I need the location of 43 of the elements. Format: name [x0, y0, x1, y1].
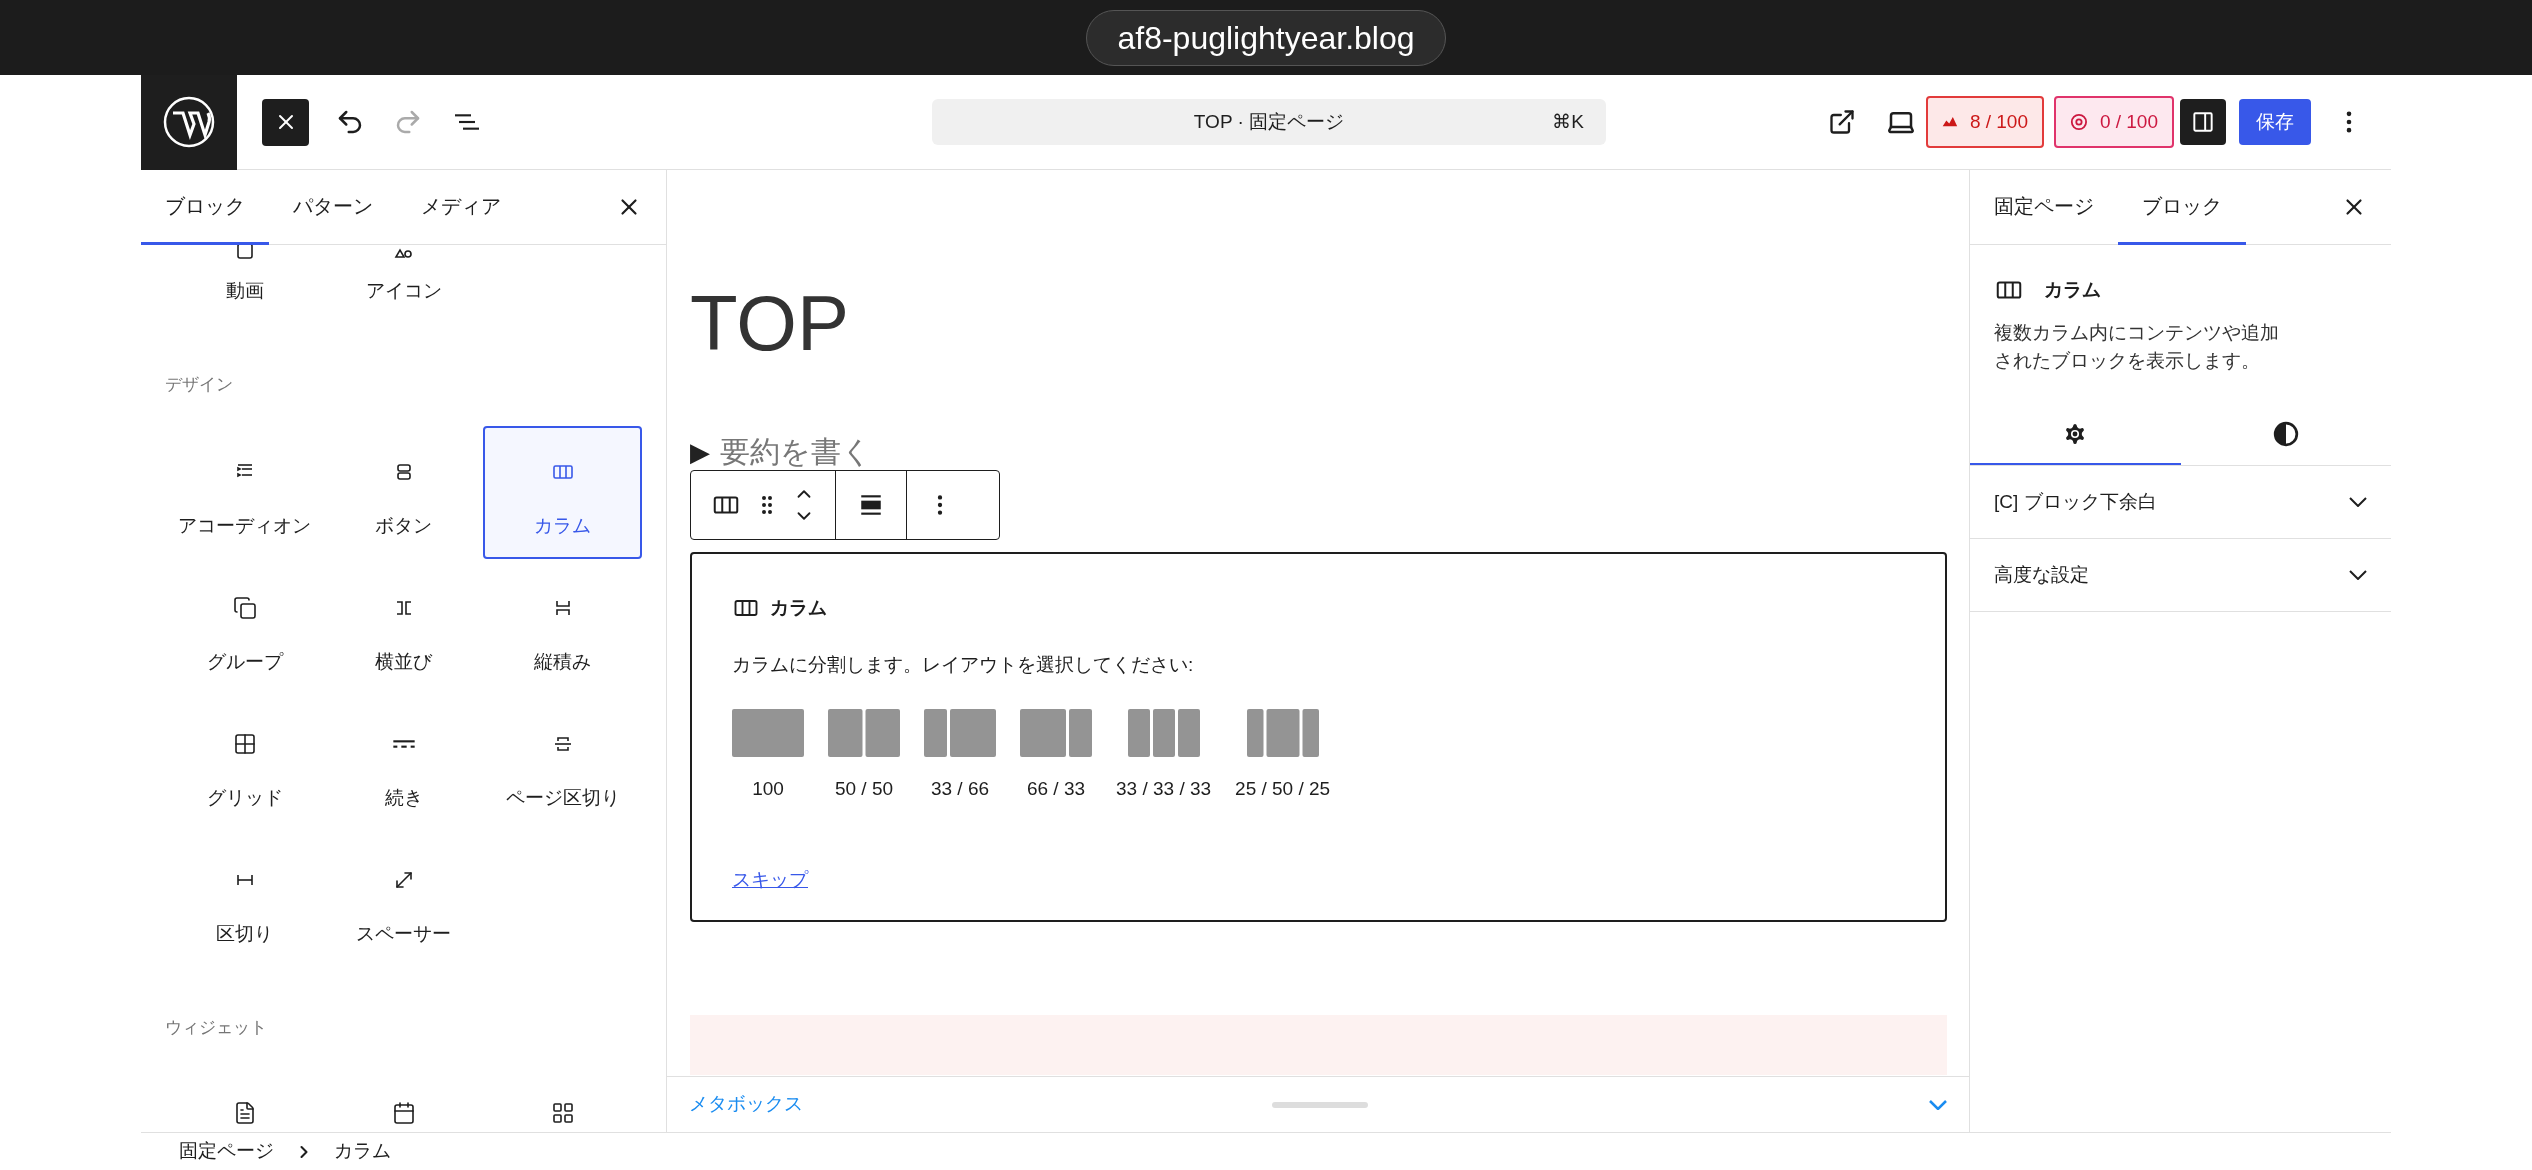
section-heading: デザイン	[165, 374, 234, 396]
layout-option[interactable]: 66 / 33	[1020, 709, 1092, 804]
block-item[interactable]: 横並び	[324, 562, 483, 695]
block-item[interactable]: カラム	[483, 426, 642, 559]
block-name: カラム	[2044, 277, 2101, 302]
settings-tab[interactable]: ブロック	[2118, 169, 2246, 245]
block-item[interactable]: 区切り	[165, 834, 324, 967]
breadcrumb-item[interactable]: 固定ページ	[179, 1137, 274, 1166]
layout-option[interactable]: 25 / 50 / 25	[1235, 709, 1331, 804]
score-badge[interactable]: 8 / 100	[1926, 96, 2044, 148]
settings-panel-toggle[interactable]: 高度な設定	[1970, 539, 2391, 612]
block-description: 複数カラム内にコンテンツや追加されたブロックを表示します。	[1994, 321, 2280, 373]
block-item[interactable]: 縦積み	[483, 562, 642, 695]
settings-panel-toggle[interactable]: [C] ブロック下余白	[1970, 466, 2391, 539]
inserter-tab[interactable]: パターン	[269, 169, 397, 245]
section-heading: ウィジェット	[165, 1017, 268, 1039]
url-pill[interactable]: af8-puglightyear.blog	[1086, 9, 1446, 66]
layout-option[interactable]: 33 / 66	[924, 709, 996, 804]
command-bar[interactable]: TOP · 固定ページ ⌘K	[932, 99, 1606, 145]
skip-link[interactable]: スキップ	[732, 865, 808, 894]
layout-option[interactable]: 50 / 50	[828, 709, 900, 804]
placeholder-instruction: カラムに分割します。レイアウトを選択してください:	[732, 652, 1195, 677]
block-item[interactable]: アイコン	[324, 245, 483, 324]
page-title[interactable]: TOP	[690, 278, 1947, 368]
metabox-bar[interactable]: メタボックス	[667, 1076, 1969, 1132]
block-item[interactable]: 動画	[165, 245, 324, 324]
block-item[interactable]: スペーサー	[324, 834, 483, 967]
block-item[interactable]: ページ区切り	[483, 698, 642, 831]
score-badge[interactable]: 0 / 100	[2054, 96, 2174, 148]
save-button[interactable]: 保存	[2239, 99, 2311, 145]
placeholder-title: カラム	[770, 596, 827, 620]
block-item[interactable]: ボタン	[324, 426, 483, 559]
breadcrumb-item[interactable]: カラム	[334, 1137, 391, 1166]
inserter-tab[interactable]: ブロック	[141, 169, 269, 245]
layout-option[interactable]: 33 / 33 / 33	[1116, 709, 1212, 804]
layout-option[interactable]: 100	[732, 709, 804, 804]
block-item[interactable]: グループ	[165, 562, 324, 695]
block-item[interactable]: アコーディオン	[165, 426, 324, 559]
settings-tab[interactable]: 固定ページ	[1970, 169, 2118, 245]
summary-toggle[interactable]: ▶ 要約を書く	[690, 434, 872, 470]
block-item[interactable]: 続き	[324, 698, 483, 831]
inserter-tab[interactable]: メディア	[397, 169, 525, 245]
block-item[interactable]: グリッド	[165, 698, 324, 831]
